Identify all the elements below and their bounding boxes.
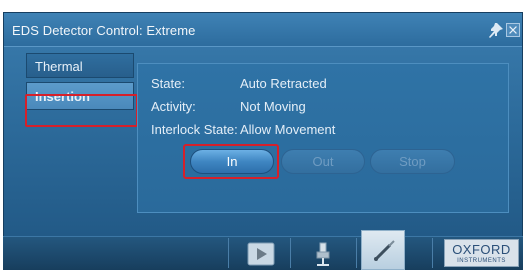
window-title: EDS Detector Control: Extreme xyxy=(12,23,196,38)
interlock-value: Allow Movement xyxy=(240,122,336,137)
logo-text: OXFORD xyxy=(452,242,511,257)
logo-subtext: INSTRUMENTS xyxy=(457,258,506,264)
state-value: Auto Retracted xyxy=(240,76,327,91)
pin-icon[interactable] xyxy=(488,22,504,38)
out-button[interactable]: Out xyxy=(281,149,365,174)
toolbar-divider xyxy=(432,238,433,268)
title-bar: EDS Detector Control: Extreme xyxy=(4,13,522,47)
toolbar-divider xyxy=(290,238,291,268)
close-icon[interactable] xyxy=(506,23,520,37)
activity-value: Not Moving xyxy=(240,99,306,114)
toolbar-divider xyxy=(228,238,229,268)
sidebar-item-label: Insertion xyxy=(35,89,90,104)
sidebar-item-thermal[interactable]: Thermal xyxy=(26,53,134,78)
oxford-instruments-logo: OXFORD INSTRUMENTS xyxy=(444,239,519,267)
state-label: State: xyxy=(151,76,185,91)
interlock-label: Interlock State: xyxy=(151,122,238,137)
toolbar-divider xyxy=(356,238,357,268)
play-icon[interactable] xyxy=(246,241,276,267)
sidebar-item-insertion[interactable]: Insertion xyxy=(26,82,134,110)
toolbar-active-tab[interactable] xyxy=(361,230,405,270)
detector-icon[interactable] xyxy=(308,241,338,267)
stop-button[interactable]: Stop xyxy=(370,149,455,174)
activity-label: Activity: xyxy=(151,99,196,114)
in-button[interactable]: In xyxy=(190,149,274,174)
sidebar-item-label: Thermal xyxy=(35,59,83,74)
probe-icon xyxy=(373,240,395,262)
